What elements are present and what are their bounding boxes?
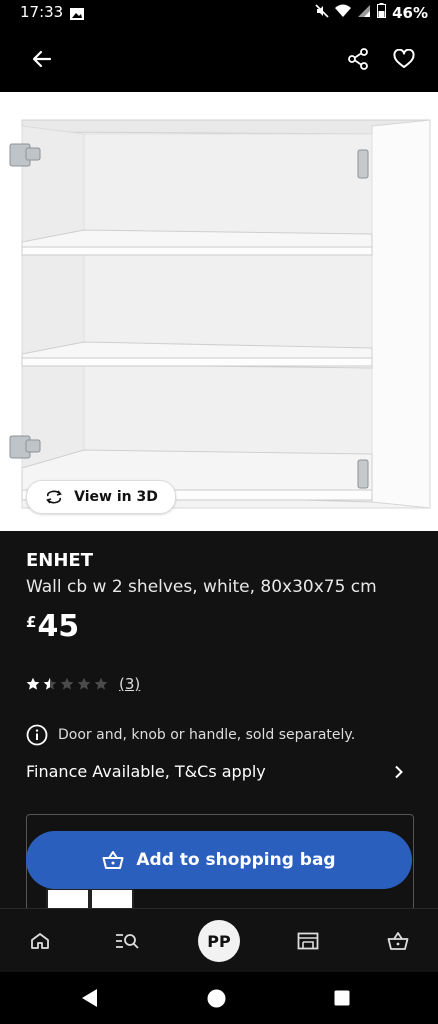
triangle-back-icon — [82, 989, 97, 1007]
chevron-right-icon — [395, 765, 403, 778]
sold-separately-notice: Door and, knob or handle, sold separatel… — [26, 724, 355, 746]
wifi-icon — [335, 4, 352, 22]
share-button[interactable] — [336, 37, 380, 81]
wall-cabinet-illustration — [9, 119, 431, 509]
nav-stores[interactable] — [278, 909, 338, 973]
finance-text: Finance Available, T&Cs apply — [26, 762, 266, 781]
product-price: £45 — [26, 609, 79, 644]
view-in-3d-label: View in 3D — [74, 489, 158, 505]
nav-search[interactable] — [98, 909, 158, 973]
star-icon — [60, 677, 74, 690]
star-icon — [77, 677, 91, 690]
nav-profile[interactable]: PP — [189, 909, 249, 973]
star-icon — [26, 677, 40, 690]
notice-text: Door and, knob or handle, sold separatel… — [58, 727, 356, 743]
basket-icon — [387, 932, 409, 950]
product-brand: ENHET — [26, 550, 93, 571]
rating-stars — [26, 677, 108, 691]
system-back-button[interactable] — [80, 988, 98, 1012]
bottom-navigation: PP — [0, 908, 438, 973]
back-button[interactable] — [20, 37, 64, 81]
share-icon — [348, 48, 368, 70]
nav-home[interactable] — [10, 909, 70, 973]
status-bar: 17:33 46% — [0, 0, 438, 26]
arrow-left-icon — [32, 50, 52, 68]
shopping-bag-icon — [102, 851, 124, 869]
nav-basket[interactable] — [368, 909, 428, 973]
gallery-notification-icon — [70, 6, 84, 24]
circle-home-icon — [207, 989, 226, 1008]
mute-icon — [315, 3, 329, 22]
price-value: 45 — [37, 609, 80, 644]
rotate-3d-icon — [46, 490, 63, 504]
signal-icon — [357, 4, 371, 22]
heart-icon — [393, 49, 415, 68]
search-list-icon — [116, 934, 139, 949]
add-to-shopping-bag-label: Add to shopping bag — [136, 850, 336, 870]
status-time: 17:33 — [20, 3, 64, 21]
star-icon — [94, 677, 108, 690]
rating[interactable]: (3) — [26, 675, 140, 693]
store-icon — [297, 932, 319, 950]
status-indicators: 46% — [315, 3, 428, 22]
info-icon — [26, 724, 48, 746]
system-recents-button[interactable] — [334, 990, 350, 1010]
rating-count[interactable]: (3) — [119, 675, 140, 693]
app-bar — [0, 26, 438, 92]
system-navigation-bar — [0, 972, 438, 1024]
view-in-3d-button[interactable]: View in 3D — [26, 480, 176, 514]
battery-icon — [377, 3, 387, 22]
product-description: Wall cb w 2 shelves, white, 80x30x75 cm — [26, 577, 377, 597]
star-icon — [43, 677, 57, 690]
home-icon — [31, 933, 49, 949]
square-recents-icon — [334, 990, 350, 1006]
avatar: PP — [198, 920, 240, 962]
finance-row[interactable]: Finance Available, T&Cs apply — [26, 762, 412, 781]
price-currency: £ — [26, 613, 37, 631]
add-to-shopping-bag-button[interactable]: Add to shopping bag — [26, 831, 412, 889]
product-image[interactable] — [0, 92, 438, 531]
battery-level: 46% — [392, 3, 428, 22]
system-home-button[interactable] — [207, 989, 226, 1012]
favorite-button[interactable] — [382, 37, 426, 81]
